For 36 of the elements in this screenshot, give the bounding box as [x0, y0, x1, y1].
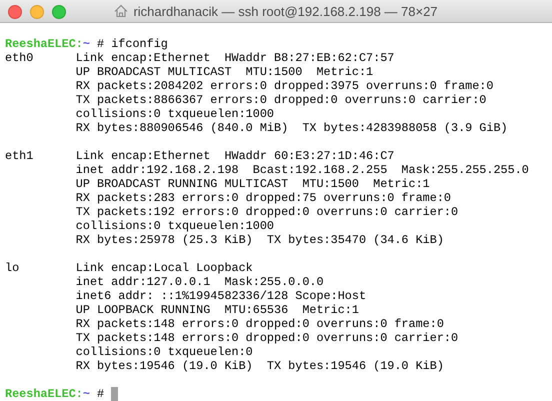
home-icon — [114, 4, 128, 18]
close-button[interactable] — [8, 5, 22, 19]
output-line: RX packets:2084202 errors:0 dropped:3975 overruns:0 frame:0 — [76, 79, 494, 93]
output-line: RX bytes:19546 (19.0 KiB) TX bytes:19546 (19.0 KiB) — [76, 359, 444, 373]
output-line: inet addr:127.0.0.1 Mask:255.0.0.0 — [76, 275, 324, 289]
interface-name: eth1 — [5, 149, 34, 163]
output-line: Link encap:Ethernet HWaddr B8:27:EB:62:C7:57 — [76, 51, 394, 65]
output-line: collisions:0 txqueuelen:0 — [76, 345, 253, 359]
interface-name: lo — [5, 261, 20, 275]
prompt-host: ReeshaELEC: — [5, 37, 83, 51]
output-line: inet addr:192.168.2.198 Bcast:192.168.2.255 Mask:255.255.255.0 — [76, 163, 529, 177]
window-title: richardhanacik — ssh root@192.168.2.198 — 78×27 — [133, 4, 438, 18]
output-line: collisions:0 txqueuelen:1000 — [76, 219, 274, 233]
prompt-path: ~ — [82, 37, 90, 51]
prompt-path: ~ — [82, 387, 90, 401]
interface-name: eth0 — [5, 51, 34, 65]
output-line: TX packets:148 errors:0 dropped:0 overruns:0 carrier:0 — [76, 331, 458, 345]
output-line: TX packets:192 errors:0 dropped:0 overruns:0 carrier:0 — [76, 205, 458, 219]
output-line: UP BROADCAST RUNNING MULTICAST MTU:1500 Metric:1 — [76, 177, 430, 191]
prompt-symbol: # — [97, 387, 104, 401]
output-line: RX bytes:880906546 (840.0 MiB) TX bytes:4283988058 (3.9 GiB) — [76, 121, 508, 135]
output-line: RX packets:148 errors:0 dropped:0 overruns:0 frame:0 — [76, 317, 444, 331]
command-text: ifconfig — [111, 37, 168, 51]
output-line: TX packets:8866367 errors:0 dropped:0 overruns:0 carrier:0 — [76, 93, 486, 107]
minimize-button[interactable] — [30, 5, 44, 19]
prompt-host: ReeshaELEC: — [5, 387, 83, 401]
output-line: collisions:0 txqueuelen:1000 — [76, 107, 274, 121]
zoom-button[interactable] — [52, 5, 66, 19]
prompt-symbol: # — [97, 37, 104, 51]
output-line: Link encap:Ethernet HWaddr 60:E3:27:1D:46:C7 — [76, 149, 394, 163]
output-line: RX bytes:25978 (25.3 KiB) TX bytes:35470 (34.6 KiB) — [76, 233, 444, 247]
output-line: Link encap:Local Loopback — [76, 261, 253, 275]
output-line: UP LOOPBACK RUNNING MTU:65536 Metric:1 — [76, 303, 359, 317]
output-line: inet6 addr: ::1%1994582336/128 Scope:Host — [76, 289, 366, 303]
output-line: UP BROADCAST MULTICAST MTU:1500 Metric:1 — [76, 65, 374, 79]
output-line: RX packets:283 errors:0 dropped:75 overruns:0 frame:0 — [76, 191, 451, 205]
